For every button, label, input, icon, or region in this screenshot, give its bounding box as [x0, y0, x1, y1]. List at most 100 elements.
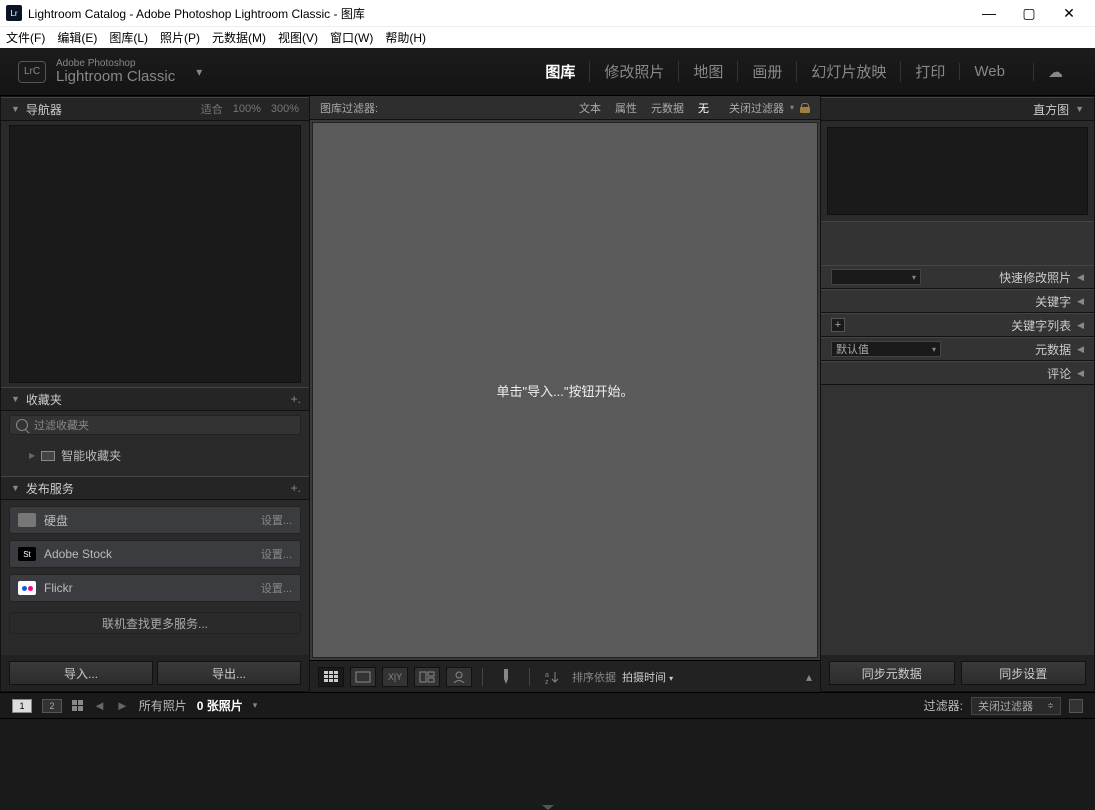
- filmstrip-header: 1 2 ◄ ► 所有照片 0 张照片 ▾ 过滤器: 关闭过滤器≑: [0, 692, 1095, 718]
- breadcrumb-menu-icon[interactable]: ▾: [253, 700, 258, 711]
- publish-setup-link[interactable]: 设置...: [261, 546, 292, 562]
- survey-view-icon[interactable]: [414, 667, 440, 687]
- add-publish-icon[interactable]: +.: [291, 481, 301, 495]
- publish-adobestock[interactable]: St Adobe Stock 设置...: [9, 540, 301, 568]
- menu-file[interactable]: 文件(F): [6, 29, 45, 46]
- navigator-preview[interactable]: [9, 125, 301, 383]
- center-toolbar: X|Y az 排序依据 拍摄时间 ▾ ▴: [310, 660, 820, 692]
- lock-icon[interactable]: [800, 103, 810, 113]
- collapse-icon: ◀: [1077, 368, 1084, 379]
- collapse-icon: ▼: [11, 483, 20, 493]
- maximize-button[interactable]: ▢: [1009, 0, 1049, 26]
- histogram-header[interactable]: 直方图 ▼: [821, 97, 1094, 121]
- collections-filter-input[interactable]: 过滤收藏夹: [9, 415, 301, 435]
- toolbar-expand-icon[interactable]: ▴: [806, 670, 812, 684]
- filmstrip[interactable]: [0, 718, 1095, 810]
- close-filter-dropdown[interactable]: 关闭过滤器: [729, 100, 784, 116]
- flickr-icon: [18, 581, 36, 595]
- app-icon: Lr: [6, 5, 22, 21]
- collapse-icon: ◀: [1077, 296, 1084, 307]
- sync-metadata-button[interactable]: 同步元数据: [829, 661, 955, 685]
- photo-viewport[interactable]: 单击"导入..."按钮开始。: [312, 122, 818, 658]
- identity-plate-menu-icon[interactable]: ▾: [193, 66, 205, 78]
- module-print[interactable]: 打印: [900, 61, 959, 82]
- module-book[interactable]: 画册: [737, 61, 796, 82]
- filter-metadata[interactable]: 元数据: [651, 100, 684, 116]
- menu-library[interactable]: 图库(L): [109, 29, 148, 46]
- menu-window[interactable]: 窗口(W): [330, 29, 373, 46]
- sync-settings-button[interactable]: 同步设置: [961, 661, 1087, 685]
- module-map[interactable]: 地图: [678, 61, 737, 82]
- filter-text[interactable]: 文本: [579, 100, 601, 116]
- sort-value-dropdown[interactable]: 拍摄时间 ▾: [622, 669, 673, 685]
- export-button[interactable]: 导出...: [157, 661, 301, 685]
- publish-harddrive[interactable]: 硬盘 设置...: [9, 506, 301, 534]
- collapse-icon: ▼: [1075, 104, 1084, 114]
- publish-setup-link[interactable]: 设置...: [261, 512, 292, 528]
- keyword-list-header[interactable]: + 关键字列表 ◀: [821, 313, 1094, 337]
- publish-header[interactable]: ▼ 发布服务 +.: [1, 476, 309, 500]
- collapse-icon: ▼: [11, 394, 20, 404]
- keywords-header[interactable]: 关键字 ◀: [821, 289, 1094, 313]
- cloud-sync-icon[interactable]: ☁: [1033, 63, 1077, 81]
- library-filter-bar: 图库过滤器: 文本 属性 元数据 无 关闭过滤器 ▾: [310, 96, 820, 120]
- filter-flag-icon[interactable]: [1069, 699, 1083, 713]
- module-slideshow[interactable]: 幻灯片放映: [796, 61, 900, 82]
- menu-photo[interactable]: 照片(P): [160, 29, 200, 46]
- grid-view-icon[interactable]: [318, 667, 344, 687]
- add-collection-icon[interactable]: +.: [291, 392, 301, 406]
- histogram-info: [821, 221, 1094, 265]
- window-title: Lightroom Catalog - Adobe Photoshop Ligh…: [28, 5, 365, 22]
- import-button[interactable]: 导入...: [9, 661, 153, 685]
- harddrive-icon: [18, 513, 36, 527]
- zoom-300[interactable]: 300%: [271, 103, 299, 115]
- painter-tool-icon[interactable]: [493, 667, 519, 687]
- filmstrip-filter-select[interactable]: 关闭过滤器≑: [971, 697, 1061, 715]
- menu-help[interactable]: 帮助(H): [385, 29, 426, 46]
- expand-icon: ▶: [29, 451, 35, 460]
- collapse-icon: ▼: [11, 104, 20, 114]
- sort-direction-icon[interactable]: az: [540, 667, 566, 687]
- metadata-header[interactable]: 默认值 元数据 ◀: [821, 337, 1094, 361]
- secondary-monitor-icon[interactable]: 2: [42, 699, 62, 713]
- preset-select[interactable]: [831, 269, 921, 285]
- zoom-fit[interactable]: 适合: [201, 101, 223, 117]
- menubar: 文件(F) 编辑(E) 图库(L) 照片(P) 元数据(M) 视图(V) 窗口(…: [0, 26, 1095, 48]
- grid-toggle-icon[interactable]: [72, 700, 83, 711]
- compare-view-icon[interactable]: X|Y: [382, 667, 408, 687]
- filmstrip-filter-label: 过滤器:: [924, 697, 963, 714]
- quick-develop-header[interactable]: 快速修改照片 ◀: [821, 265, 1094, 289]
- module-develop[interactable]: 修改照片: [589, 61, 678, 82]
- publish-setup-link[interactable]: 设置...: [261, 580, 292, 596]
- metadata-preset-select[interactable]: 默认值: [831, 341, 941, 357]
- loupe-view-icon[interactable]: [350, 667, 376, 687]
- publish-flickr[interactable]: Flickr 设置...: [9, 574, 301, 602]
- collections-header[interactable]: ▼ 收藏夹 +.: [1, 387, 309, 411]
- close-button[interactable]: ✕: [1049, 0, 1089, 26]
- center-panel: 图库过滤器: 文本 属性 元数据 无 关闭过滤器 ▾ 单击"导入..."按钮开始…: [310, 96, 820, 692]
- logo-icon: LrC: [18, 61, 46, 83]
- people-view-icon[interactable]: [446, 667, 472, 687]
- smart-collections-item[interactable]: ▶ 智能收藏夹: [9, 443, 301, 468]
- module-library[interactable]: 图库: [531, 61, 589, 82]
- comments-header[interactable]: 评论 ◀: [821, 361, 1094, 385]
- menu-metadata[interactable]: 元数据(M): [212, 29, 266, 46]
- histogram-display[interactable]: [827, 127, 1088, 215]
- filter-attribute[interactable]: 属性: [615, 100, 637, 116]
- nav-back-icon[interactable]: ◄: [93, 698, 106, 713]
- svg-text:a: a: [545, 672, 549, 679]
- find-more-services-button[interactable]: 联机查找更多服务...: [9, 612, 301, 634]
- window-titlebar: Lr Lightroom Catalog - Adobe Photoshop L…: [0, 0, 1095, 26]
- add-keyword-icon[interactable]: +: [831, 318, 845, 332]
- zoom-100[interactable]: 100%: [233, 103, 261, 115]
- nav-forward-icon[interactable]: ►: [116, 698, 129, 713]
- navigator-header[interactable]: ▼ 导航器 适合 100% 300%: [1, 97, 309, 121]
- module-web[interactable]: Web: [959, 63, 1019, 80]
- logo-text: Adobe Photoshop Lightroom Classic: [56, 58, 175, 86]
- menu-view[interactable]: 视图(V): [278, 29, 318, 46]
- filter-none[interactable]: 无: [698, 100, 709, 116]
- menu-edit[interactable]: 编辑(E): [57, 29, 97, 46]
- minimize-button[interactable]: —: [969, 0, 1009, 26]
- primary-monitor-icon[interactable]: 1: [12, 699, 32, 713]
- breadcrumb-source[interactable]: 所有照片: [139, 697, 187, 714]
